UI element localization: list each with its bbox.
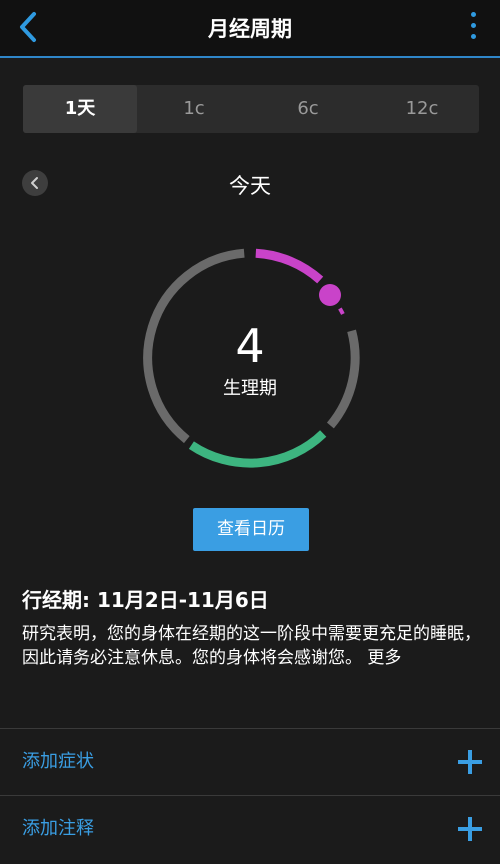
add-note-row[interactable]: 添加注释 [0, 795, 500, 862]
ring-center: 4 生理期 [135, 320, 365, 400]
ring-fertile-segment [188, 430, 327, 468]
add-symptom-label: 添加症状 [22, 751, 94, 772]
ring-period-segment [255, 248, 324, 284]
plus-icon[interactable] [458, 750, 482, 774]
cycle-phase-label: 生理期 [223, 378, 277, 399]
tab-6-cycles[interactable]: 6c [251, 85, 365, 133]
more-link[interactable]: 更多 [367, 648, 401, 668]
add-symptom-row[interactable]: 添加症状 [0, 728, 500, 795]
period-description-text: 研究表明，您的身体在经期的这一阶段中需要更充足的睡眠，因此请务必注意休息。您的身… [22, 624, 481, 668]
app-header: 月经周期 [0, 0, 500, 58]
tab-12-cycles[interactable]: 12c [365, 85, 479, 133]
current-day-marker [319, 284, 341, 306]
cycle-day-number: 4 [235, 319, 265, 373]
view-calendar-button[interactable]: 查看日历 [193, 508, 309, 551]
plus-icon[interactable] [458, 817, 482, 841]
period-description: 研究表明，您的身体在经期的这一阶段中需要更充足的睡眠，因此请务必注意休息。您的身… [22, 622, 482, 670]
ring-period-remainder [338, 307, 345, 315]
page-title: 月经周期 [208, 17, 292, 41]
more-options-icon[interactable] [468, 12, 478, 42]
period-title: 行经期: 11月2日-11月6日 [22, 588, 269, 612]
day-label: 今天 [229, 174, 271, 198]
range-tabs: 1天 1c 6c 12c [23, 85, 479, 133]
tab-1-cycle[interactable]: 1c [137, 85, 251, 133]
add-note-label: 添加注释 [22, 818, 94, 839]
tab-1-day[interactable]: 1天 [23, 85, 137, 133]
